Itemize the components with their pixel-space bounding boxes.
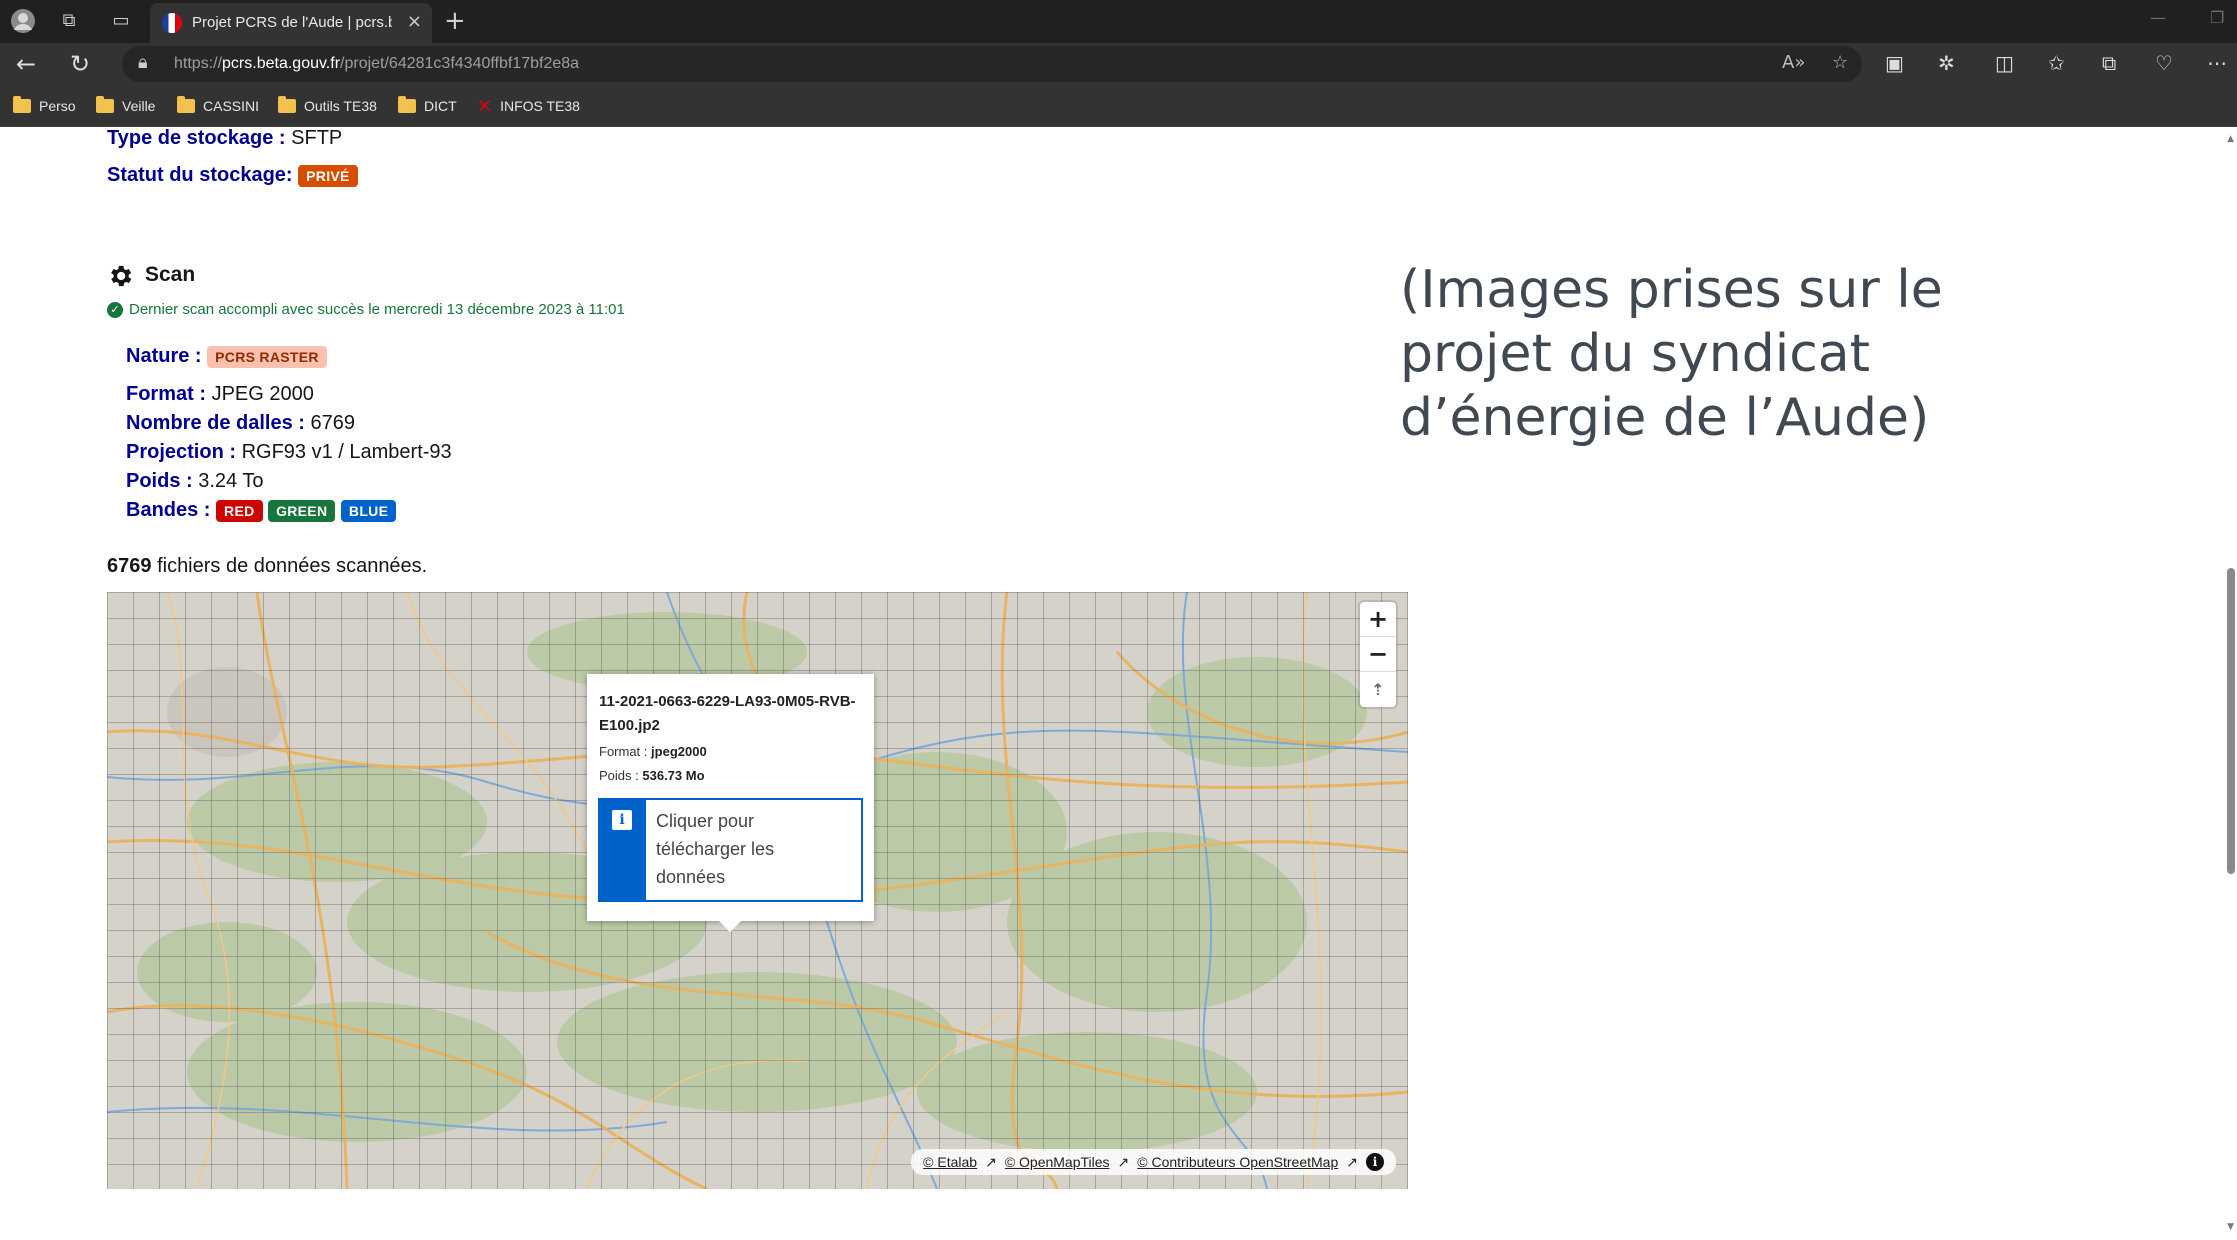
folder-icon [278, 96, 296, 113]
nature-row: Nature : PCRS RASTER [126, 345, 327, 368]
folder-icon [398, 96, 416, 113]
scroll-up-icon[interactable]: ▲ [2227, 134, 2234, 144]
folder-icon [177, 96, 195, 113]
bandes-row: Bandes : RED GREEN BLUE [126, 499, 397, 522]
close-icon[interactable]: × [407, 11, 422, 32]
download-callout[interactable]: i Cliquer pour télécharger les données [598, 798, 863, 902]
popup-format: Format : jpeg2000 [599, 744, 707, 759]
bookmark-outils-te38[interactable]: Outils TE38 [278, 95, 377, 117]
status-badge: PRIVÉ [298, 164, 358, 187]
bookmark-infos-te38[interactable]: ✕ INFOS TE38 [477, 95, 580, 117]
favorite-star-icon[interactable]: ☆ [1832, 52, 1848, 73]
poids-label: Poids : [126, 470, 193, 492]
new-tab-icon[interactable]: + [444, 6, 466, 36]
download-text[interactable]: Cliquer pour télécharger les données [656, 807, 846, 891]
folder-icon [96, 96, 114, 113]
external-link-icon: ↗ [1346, 1153, 1358, 1170]
tab-title: Projet PCRS de l'Aude | pcrs.beta [192, 14, 392, 31]
address-bar[interactable]: 🔒︎ https://pcrs.beta.gouv.fr/projet/6428… [122, 46, 1862, 82]
poids-row: Poids : 3.24 To [126, 470, 263, 493]
gear-icon [111, 265, 132, 287]
band-badge-red: RED [216, 499, 263, 522]
band-badge-blue: BLUE [340, 499, 397, 522]
vertical-tabs-icon[interactable]: ▭ [108, 8, 134, 34]
url-text[interactable]: https://pcrs.beta.gouv.fr/projet/64281c3… [174, 55, 579, 73]
collections-icon[interactable]: ⧉ [2102, 51, 2116, 75]
scan-status: ✓ Dernier scan accompli avec succès le m… [107, 301, 625, 318]
browser-tabbar: ⧉ ▭ Projet PCRS de l'Aude | pcrs.beta × … [0, 0, 2237, 43]
zoom-out-button[interactable]: − [1360, 637, 1396, 672]
workspaces-icon[interactable]: ⧉ [56, 8, 82, 34]
attribution-openmaptiles-link[interactable]: © OpenMapTiles [1005, 1154, 1110, 1170]
scan-title: Scan [145, 263, 196, 286]
info-icon: i [612, 810, 632, 830]
dalles-label: Nombre de dalles : [126, 412, 305, 434]
nature-badge: PCRS RASTER [207, 345, 327, 368]
files-count-text: fichiers de données scannées. [157, 555, 428, 577]
storage-type-value: SFTP [291, 127, 343, 149]
scan-status-text: Dernier scan accompli avec succès le mer… [129, 301, 625, 318]
map-popup: 11-2021-0663-6229-LA93-0M05-RVB-E100.jp2… [587, 674, 874, 932]
external-link-icon: ↗ [1117, 1153, 1130, 1170]
info-icon[interactable]: i [1366, 1153, 1384, 1171]
files-count-row: 6769 fichiers de données scannées. [107, 555, 427, 578]
storage-status-row: Statut du stockage: PRIVÉ [107, 164, 358, 187]
marianne-favicon-icon [162, 13, 182, 33]
check-circle-icon: ✓ [107, 301, 123, 318]
storage-status-label: Statut du stockage: [107, 164, 293, 186]
back-arrow-icon[interactable]: ← [16, 50, 36, 78]
dalles-row: Nombre de dalles : 6769 [126, 412, 355, 435]
zoom-controls: + − ⇡ [1360, 602, 1396, 707]
bookmarks-bar: Perso Veille CASSINI Outils TE38 DICT ✕ I… [0, 85, 2237, 127]
minimize-icon[interactable]: — [2150, 8, 2166, 27]
storage-type-label: Type de stockage : [107, 127, 286, 149]
zoom-in-button[interactable]: + [1360, 602, 1396, 637]
projection-value: RGF93 v1 / Lambert-93 [241, 441, 452, 463]
tab-active[interactable]: Projet PCRS de l'Aude | pcrs.beta × [150, 3, 432, 43]
bookmark-cassini[interactable]: CASSINI [177, 95, 259, 117]
read-aloud-icon[interactable]: A» [1782, 52, 1805, 73]
dalles-value: 6769 [310, 412, 356, 434]
band-badge-green: GREEN [268, 499, 336, 522]
poids-value: 3.24 To [198, 470, 264, 492]
projection-label: Projection : [126, 441, 237, 463]
attribution-etalab-link[interactable]: © Etalab [923, 1154, 977, 1170]
format-value: JPEG 2000 [211, 383, 314, 405]
compass-icon[interactable]: ⇡ [1360, 672, 1396, 707]
browser-essentials-icon[interactable]: ♡ [2155, 51, 2173, 75]
reload-icon[interactable]: ↻ [70, 50, 90, 78]
favorites-icon[interactable]: ✩ [2048, 51, 2065, 75]
bookmark-perso[interactable]: Perso [13, 95, 76, 117]
folder-icon [13, 96, 31, 113]
scrollbar-thumb[interactable] [2227, 568, 2235, 874]
format-label: Format : [126, 383, 206, 405]
profile-icon[interactable] [10, 8, 36, 34]
restore-icon[interactable]: ❐ [2210, 8, 2224, 27]
screenshot-note: (Images prises sur le projet du syndicat… [1400, 260, 1943, 448]
bandes-label: Bandes : [126, 499, 211, 521]
storage-type-row: Type de stockage : SFTP [107, 127, 342, 150]
lock-icon[interactable]: 🔒︎ [138, 52, 148, 73]
nature-label: Nature : [126, 345, 202, 367]
scroll-down-icon[interactable]: ▼ [2227, 1222, 2234, 1232]
bookmark-dict[interactable]: DICT [398, 95, 457, 117]
popup-file-name: 11-2021-0663-6229-LA93-0M05-RVB-E100.jp2 [599, 693, 856, 734]
split-screen-icon[interactable]: ◫ [1995, 51, 2014, 75]
map-attribution: © Etalab ↗ © OpenMapTiles ↗ © Contributeur… [911, 1149, 1396, 1175]
x-icon: ✕ [477, 95, 493, 117]
browser-toolbar: ← ↻ 🔒︎ https://pcrs.beta.gouv.fr/projet/… [0, 43, 2237, 85]
attribution-osm-link[interactable]: © Contributeurs OpenStreetMap [1137, 1154, 1338, 1170]
extension-shield-icon[interactable]: ▣ [1885, 51, 1904, 75]
files-count: 6769 [107, 555, 152, 577]
format-row: Format : JPEG 2000 [126, 383, 314, 406]
popup-poids: Poids : 536.73 Mo [599, 768, 705, 783]
extensions-puzzle-icon[interactable]: ✲ [1938, 51, 1955, 75]
bookmark-veille[interactable]: Veille [96, 95, 155, 117]
more-menu-icon[interactable]: ⋯ [2207, 51, 2227, 75]
projection-row: Projection : RGF93 v1 / Lambert-93 [126, 441, 452, 464]
external-link-icon: ↗ [985, 1153, 997, 1170]
